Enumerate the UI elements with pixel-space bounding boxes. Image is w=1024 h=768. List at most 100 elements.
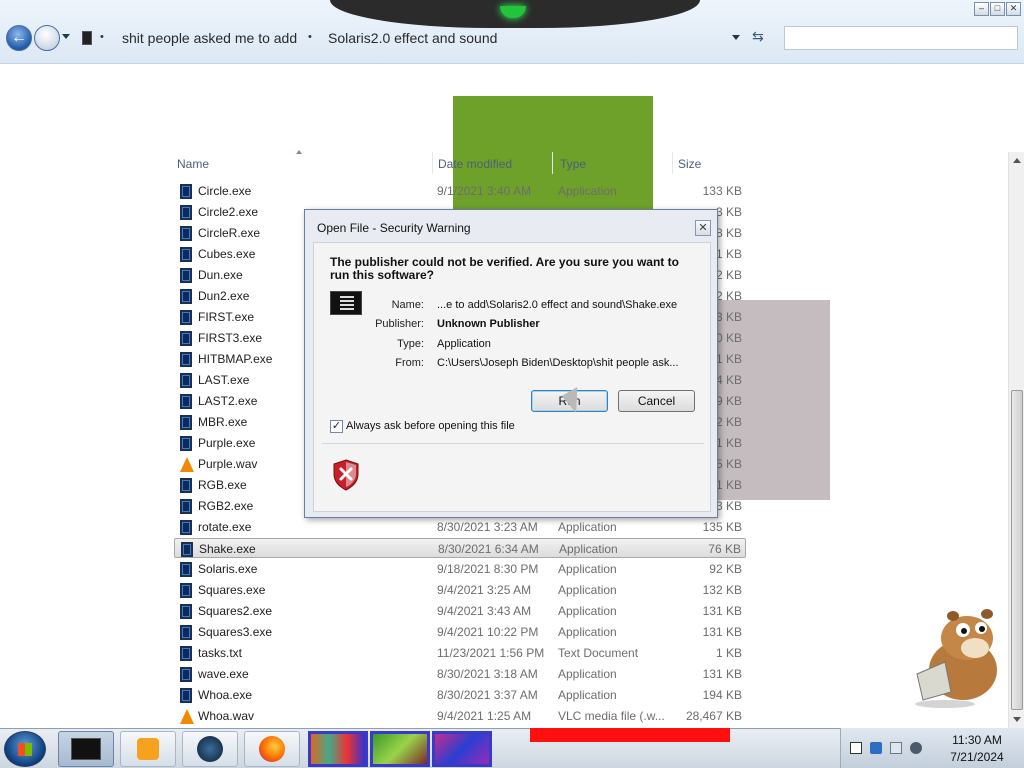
security-shield-icon: [333, 459, 359, 491]
file-name: Dun.exe: [198, 268, 243, 282]
column-header-size[interactable]: Size: [678, 157, 701, 171]
file-type: Application: [558, 688, 617, 702]
clock-time[interactable]: 11:30 AM: [934, 733, 1020, 747]
minimize-button[interactable]: –: [974, 2, 989, 16]
taskbar-window-thumbnail[interactable]: [370, 731, 430, 767]
file-type: Text Document: [558, 646, 639, 660]
breadcrumb-separator: •: [308, 31, 312, 43]
column-divider[interactable]: [552, 152, 553, 174]
dialog-divider: [322, 443, 704, 444]
search-input[interactable]: [784, 26, 1018, 50]
file-size: 8 KB: [715, 226, 742, 240]
column-header-type[interactable]: Type: [560, 157, 586, 171]
scroll-down-icon[interactable]: [1013, 717, 1021, 722]
file-name: Squares.exe: [198, 583, 266, 597]
column-header-name[interactable]: Name: [177, 157, 209, 171]
volume-icon[interactable]: [910, 742, 922, 754]
file-date: 9/4/2021 10:22 PM: [437, 625, 539, 639]
file-row[interactable]: Whoa.wav 9/4/2021 1:25 AM VLC media file (…: [174, 706, 746, 726]
exe-icon: [180, 373, 192, 388]
file-name: FIRST3.exe: [198, 331, 263, 345]
file-row[interactable]: Squares2.exe 9/4/2021 3:43 AM Application 1…: [174, 601, 746, 621]
taskbar-firefox-button[interactable]: [244, 731, 300, 767]
file-size: 194 KB: [702, 688, 742, 702]
column-divider[interactable]: [432, 152, 433, 174]
file-date: 8/30/2021 3:37 AM: [437, 688, 538, 702]
file-row[interactable]: Solaris.exe 9/18/2021 8:30 PM Application 9…: [174, 559, 746, 579]
vlc-icon: [180, 709, 194, 724]
back-button[interactable]: ←: [6, 25, 32, 51]
file-size: 132 KB: [702, 583, 742, 597]
sort-ascending-icon: [296, 150, 302, 154]
column-header-date[interactable]: Date modified: [438, 157, 512, 171]
file-name: Purple.exe: [198, 436, 256, 450]
file-type: VLC media file (.w...: [558, 709, 665, 723]
action-center-icon[interactable]: [870, 742, 882, 754]
file-name: RGB.exe: [198, 478, 247, 492]
dialog-close-button[interactable]: ✕: [695, 220, 711, 236]
exe-icon: [180, 415, 192, 430]
address-dropdown-icon[interactable]: [732, 35, 740, 40]
maximize-button[interactable]: □: [990, 2, 1005, 16]
file-size: 3 KB: [715, 205, 742, 219]
cancel-button[interactable]: Cancel: [618, 390, 695, 412]
green-glow-icon: [500, 6, 526, 18]
exe-icon: [180, 352, 192, 367]
file-row[interactable]: Circle.exe 9/1/2021 3:40 AM Application 133…: [174, 181, 746, 201]
breadcrumb-item-current[interactable]: Solaris2.0 effect and sound: [328, 30, 497, 46]
file-name: Circle2.exe: [198, 205, 259, 219]
file-type: Application: [558, 184, 617, 198]
taskbar-window-thumbnail[interactable]: [308, 731, 368, 767]
exe-icon: [180, 247, 192, 262]
taskbar-media-player-button[interactable]: [120, 731, 176, 767]
file-size: 92 KB: [709, 562, 742, 576]
taskbar-explorer-button[interactable]: [58, 731, 114, 767]
exe-icon: [180, 688, 192, 703]
file-size: 133 KB: [702, 184, 742, 198]
file-name: MBR.exe: [198, 415, 248, 429]
file-type: Application: [558, 667, 617, 681]
taskbar-window-thumbnail[interactable]: [432, 731, 492, 767]
firefox-icon: [259, 736, 285, 762]
file-date: 8/30/2021 6:34 AM: [438, 542, 539, 556]
file-name: FIRST.exe: [198, 310, 255, 324]
file-date: 9/4/2021 3:43 AM: [437, 604, 532, 618]
scroll-up-icon[interactable]: [1013, 158, 1021, 163]
file-date: 8/30/2021 3:23 AM: [437, 520, 538, 534]
file-row[interactable]: tasks.txt 11/23/2021 1:56 PM Text Document…: [174, 643, 746, 663]
always-ask-label[interactable]: Always ask before opening this file: [346, 420, 515, 432]
forward-button[interactable]: [34, 25, 60, 51]
close-window-button[interactable]: ✕: [1006, 2, 1021, 16]
hamster-mascot-icon: [915, 609, 997, 708]
always-ask-checkbox[interactable]: ✓: [330, 420, 343, 433]
file-type: Application: [558, 604, 617, 618]
show-hidden-icons-icon[interactable]: [850, 742, 862, 754]
file-type: Application: [558, 583, 617, 597]
globe-app-icon: [197, 736, 223, 762]
file-row[interactable]: rotate.exe 8/30/2021 3:23 AM Application 13…: [174, 517, 746, 537]
recent-pages-dropdown[interactable]: [62, 34, 70, 39]
file-size: 1 KB: [715, 646, 742, 660]
start-button[interactable]: [4, 731, 46, 767]
network-icon[interactable]: [890, 742, 902, 754]
file-row[interactable]: Shake.exe 8/30/2021 6:34 AM Application 76 …: [174, 538, 746, 558]
taskbar-app-button[interactable]: [182, 731, 238, 767]
file-row[interactable]: Whoa.exe 8/30/2021 3:37 AM Application 194 …: [174, 685, 746, 705]
column-divider[interactable]: [672, 152, 673, 174]
security-warning-dialog: Open File - Security Warning ✕ The publi…: [304, 209, 718, 518]
file-size: 76 KB: [708, 542, 741, 556]
exe-icon: [180, 625, 192, 640]
file-row[interactable]: Squares3.exe 9/4/2021 10:22 PM Application…: [174, 622, 746, 642]
file-size: 28,467 KB: [685, 709, 742, 723]
breadcrumb-item-parent[interactable]: shit people asked me to add: [122, 30, 297, 46]
file-size: 131 KB: [702, 625, 742, 639]
folder-icon: [82, 31, 92, 45]
media-player-icon: [137, 738, 159, 760]
file-row[interactable]: Squares.exe 9/4/2021 3:25 AM Application 13…: [174, 580, 746, 600]
clock-date[interactable]: 7/21/2024: [934, 750, 1020, 764]
file-date: 9/1/2021 3:40 AM: [437, 184, 532, 198]
file-name: Circle.exe: [198, 184, 252, 198]
file-row[interactable]: wave.exe 8/30/2021 3:18 AM Application 131 …: [174, 664, 746, 684]
file-name: tasks.txt: [198, 646, 243, 660]
refresh-icon[interactable]: ⇆: [752, 28, 764, 45]
